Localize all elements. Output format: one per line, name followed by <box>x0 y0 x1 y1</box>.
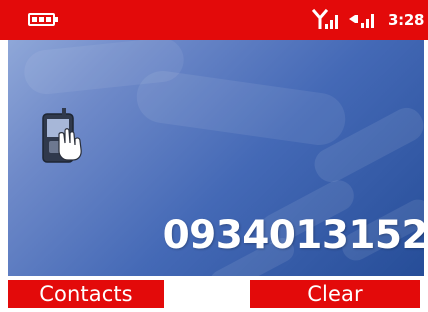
dialer-display: 0934013152 <box>8 40 424 276</box>
battery-tip <box>55 17 58 22</box>
battery-icon <box>28 13 58 26</box>
battery-cell-3 <box>46 17 51 22</box>
status-bar: 3:28 <box>0 0 428 40</box>
clear-softkey[interactable]: Clear <box>250 280 420 308</box>
battery-cell-2 <box>39 17 44 22</box>
clock-time: 3:28 <box>388 11 425 29</box>
volume-icon <box>349 14 374 28</box>
device-screen: 3:28 0934013152 Contacts Clear <box>0 0 428 312</box>
signal-strength-icon <box>312 8 338 29</box>
contacts-softkey[interactable]: Contacts <box>8 280 164 308</box>
phone-hand-icon <box>42 108 82 163</box>
dialed-phone-number: 0934013152 <box>162 213 424 258</box>
battery-cell-1 <box>32 17 37 22</box>
